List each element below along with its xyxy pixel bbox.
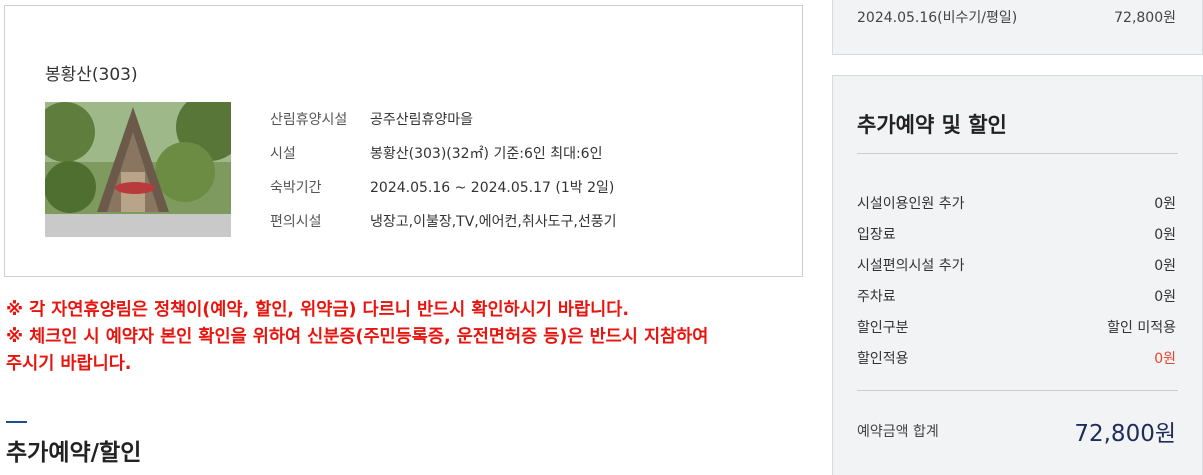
summary-value: 0원: [1154, 288, 1176, 305]
summary-row-discount-type: 할인구분 할인 미적용: [857, 311, 1176, 342]
stay-price-box: 2024.05.16(비수기/평일) 72,800원: [832, 0, 1203, 55]
summary-title: 추가예약 및 할인: [857, 113, 1007, 137]
section-accent-bar: [6, 421, 27, 423]
info-label: 편의시설: [270, 214, 322, 230]
summary-value: 0원: [1154, 257, 1176, 274]
summary-value: 0원: [1154, 195, 1176, 212]
summary-label: 시설이용인원 추가: [857, 195, 965, 212]
notice-line: ※ 체크인 시 예약자 본인 확인을 위하여 신분증(주민등록증, 운전면허증 …: [6, 327, 709, 347]
stay-date-price: 72,800원: [1114, 10, 1176, 26]
stay-date-label: 2024.05.16(비수기/평일): [857, 10, 1018, 26]
section-title: 추가예약/할인: [6, 440, 142, 466]
summary-list: 시설이용인원 추가 0원 입장료 0원 시설편의시설 추가 0원 주차료 0원 …: [857, 187, 1176, 373]
summary-value: 할인 미적용: [1107, 319, 1176, 336]
summary-row-discount-applied: 할인적용 0원: [857, 342, 1176, 373]
summary-label: 할인구분: [857, 319, 909, 336]
summary-label: 주차료: [857, 288, 896, 305]
total-row: 예약금액 합계 72,800원: [857, 414, 1176, 448]
divider: [857, 390, 1178, 391]
summary-row-extra-guests: 시설이용인원 추가 0원: [857, 187, 1176, 218]
summary-row-amenity-extra: 시설편의시설 추가 0원: [857, 249, 1176, 280]
total-amount: 72,800원: [1074, 421, 1176, 447]
summary-label: 시설편의시설 추가: [857, 257, 965, 274]
policy-notice: ※ 각 자연휴양림은 정책이(예약, 할인, 위약금) 다르니 반드시 확인하시…: [6, 297, 806, 378]
divider: [857, 153, 1178, 154]
info-row-facility-group: 산림휴양시설 공주산림휴양마을: [270, 102, 616, 136]
summary-value: 0원: [1154, 226, 1176, 243]
info-value: 냉장고,이불장,TV,에어컨,취사도구,선풍기: [370, 214, 617, 230]
info-label: 숙박기간: [270, 180, 322, 196]
summary-label: 할인적용: [857, 350, 909, 367]
extra-booking-summary: 추가예약 및 할인 시설이용인원 추가 0원 입장료 0원 시설편의시설 추가 …: [832, 75, 1203, 475]
facility-name: 봉황산(303): [45, 65, 138, 85]
facility-photo: [45, 102, 231, 237]
notice-line: ※ 각 자연휴양림은 정책이(예약, 할인, 위약금) 다르니 반드시 확인하시…: [6, 300, 629, 320]
total-label: 예약금액 합계: [857, 424, 939, 440]
summary-row-parking: 주차료 0원: [857, 280, 1176, 311]
info-value: 봉황산(303)(32㎡) 기준:6인 최대:6인: [370, 146, 603, 162]
info-label: 시설: [270, 146, 296, 162]
info-value: 공주산림휴양마을: [370, 112, 474, 128]
stay-date-row: 2024.05.16(비수기/평일) 72,800원: [857, 7, 1176, 27]
info-row-stay-period: 숙박기간 2024.05.16 ~ 2024.05.17 (1박 2일): [270, 170, 616, 204]
info-value: 2024.05.16 ~ 2024.05.17 (1박 2일): [370, 180, 615, 196]
summary-value: 0원: [1154, 350, 1176, 367]
info-row-amenities: 편의시설 냉장고,이불장,TV,에어컨,취사도구,선풍기: [270, 204, 616, 238]
summary-label: 입장료: [857, 226, 896, 243]
info-row-facility: 시설 봉황산(303)(32㎡) 기준:6인 최대:6인: [270, 136, 616, 170]
facility-card: 봉황산(303) 산림휴양시설 공주산림휴양마을 시설 봉황산(303)(32㎡…: [4, 5, 803, 277]
info-label: 산림휴양시설: [270, 112, 348, 128]
summary-row-admission: 입장료 0원: [857, 218, 1176, 249]
facility-info-table: 산림휴양시설 공주산림휴양마을 시설 봉황산(303)(32㎡) 기준:6인 최…: [270, 102, 616, 238]
notice-line: 주시기 바랍니다.: [6, 354, 132, 374]
